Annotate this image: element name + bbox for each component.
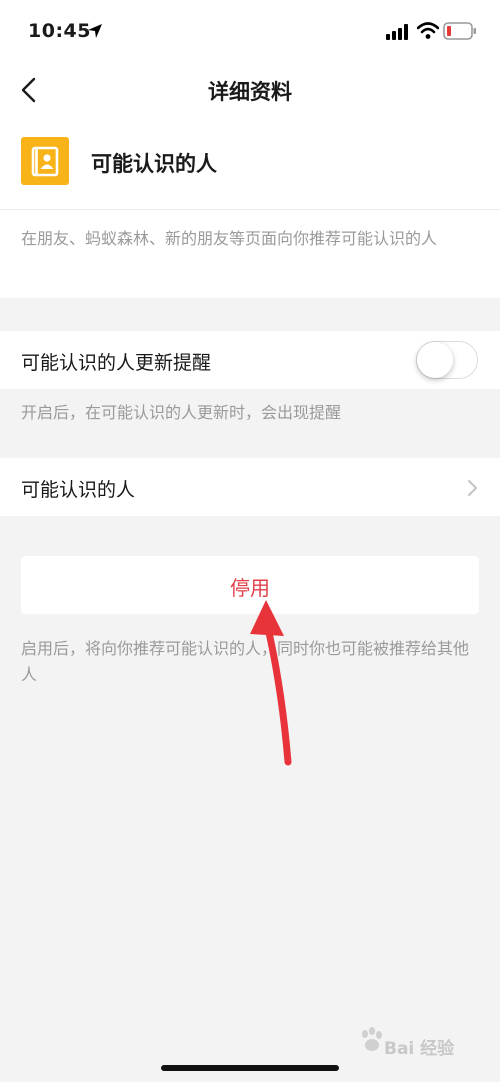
baidu-paw-logo [362, 1027, 382, 1051]
annotation-arrow-icon [250, 600, 292, 766]
watermark-text: Bai 经验 [384, 1039, 455, 1059]
wifi-icon [417, 22, 439, 39]
location-arrow-icon [88, 24, 102, 38]
update-reminder-hint: 开启后，在可能认识的人更新时，会出现提醒 [21, 403, 342, 422]
home-indicator [161, 1065, 339, 1071]
contacts-book-icon [21, 137, 69, 185]
toggle-knob [417, 342, 453, 378]
people-row-label: 可能认识的人 [21, 479, 136, 501]
update-reminder-toggle[interactable] [416, 341, 478, 379]
update-reminder-row: 可能认识的人更新提醒 [0, 331, 500, 389]
status-time: 10:45 [28, 20, 91, 42]
feature-description: 在朋友、蚂蚁森林、新的朋友等页面向你推荐可能认识的人 [21, 229, 438, 248]
update-reminder-label: 可能认识的人更新提醒 [21, 352, 212, 374]
battery-low-icon [443, 22, 476, 40]
navigation-bar: 详细资料 [0, 64, 500, 116]
feature-name: 可能认识的人 [91, 152, 217, 176]
feature-header-card: 可能认识的人 在朋友、蚂蚁森林、新的朋友等页面向你推荐可能认识的人 [0, 116, 500, 298]
people-you-may-know-row[interactable]: 可能认识的人 [0, 458, 500, 516]
chevron-right-icon [468, 480, 477, 496]
page-title: 详细资料 [208, 80, 292, 104]
divider [0, 209, 500, 210]
status-bar: 10:45 [0, 0, 500, 64]
cellular-signal-icon [386, 24, 408, 40]
